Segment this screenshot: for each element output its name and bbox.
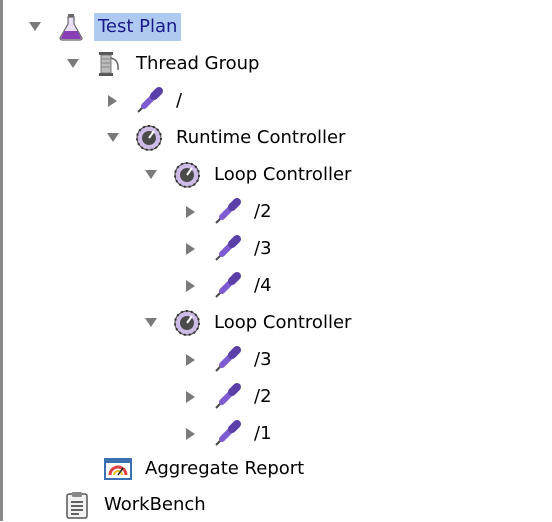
tree-node-sampler[interactable]: /2 [180, 195, 276, 229]
collapse-toggle-icon[interactable] [180, 232, 202, 266]
collapse-toggle-icon[interactable] [180, 269, 202, 303]
pipette-icon [212, 419, 242, 449]
node-label: Loop Controller [214, 312, 352, 333]
expand-toggle-icon[interactable] [140, 158, 162, 192]
tree-node-runtime-controller[interactable]: Runtime Controller [102, 121, 349, 155]
tree-node-workbench[interactable]: WorkBench [62, 488, 210, 522]
expand-toggle-icon[interactable] [140, 306, 162, 340]
collapse-toggle-icon[interactable] [102, 84, 124, 118]
tree-node-test-plan[interactable]: Test Plan [24, 10, 182, 44]
pipette-icon [212, 197, 242, 227]
node-label: WorkBench [104, 494, 206, 515]
node-label: /4 [254, 275, 272, 296]
node-label: Test Plan [94, 13, 182, 41]
node-label: Aggregate Report [145, 458, 305, 479]
tree-node-loop-controller[interactable]: Loop Controller [140, 306, 355, 340]
tree-node-aggregate-report[interactable]: Aggregate Report [103, 452, 308, 486]
node-label: Runtime Controller [176, 127, 346, 148]
node-label: /3 [254, 349, 272, 370]
controller-knob-icon [172, 308, 202, 338]
node-label: /3 [254, 238, 272, 259]
node-label: /2 [254, 201, 272, 222]
collapse-toggle-icon[interactable] [180, 380, 202, 414]
pipette-icon [212, 345, 242, 375]
pipette-icon [212, 234, 242, 264]
expand-toggle-icon[interactable] [62, 47, 84, 81]
tree-node-thread-group[interactable]: Thread Group [62, 47, 263, 81]
clipboard-icon [62, 490, 92, 520]
test-plan-tree: Test Plan Thread Group / Runtime Control… [0, 0, 552, 521]
tree-node-sampler[interactable]: /3 [180, 343, 276, 377]
node-label: /1 [254, 423, 272, 444]
collapse-toggle-icon[interactable] [180, 417, 202, 451]
expand-toggle-icon[interactable] [24, 10, 46, 44]
controller-knob-icon [134, 123, 164, 153]
tree-node-sampler[interactable]: / [102, 84, 186, 118]
pipette-icon [212, 382, 242, 412]
collapse-toggle-icon[interactable] [180, 343, 202, 377]
tree-node-sampler[interactable]: /1 [180, 417, 276, 451]
tree-node-sampler[interactable]: /4 [180, 269, 276, 303]
controller-knob-icon [172, 160, 202, 190]
pipette-icon [134, 86, 164, 116]
expand-toggle-icon[interactable] [102, 121, 124, 155]
node-label: / [176, 90, 183, 111]
report-gauge-icon [103, 454, 133, 484]
tree-node-sampler[interactable]: /2 [180, 380, 276, 414]
collapse-toggle-icon[interactable] [180, 195, 202, 229]
tree-node-sampler[interactable]: /3 [180, 232, 276, 266]
node-label: Loop Controller [214, 164, 352, 185]
pipette-icon [212, 271, 242, 301]
node-label: /2 [254, 386, 272, 407]
tree-node-loop-controller[interactable]: Loop Controller [140, 158, 355, 192]
node-label: Thread Group [136, 53, 260, 74]
flask-icon [56, 12, 86, 42]
spool-icon [94, 49, 124, 79]
